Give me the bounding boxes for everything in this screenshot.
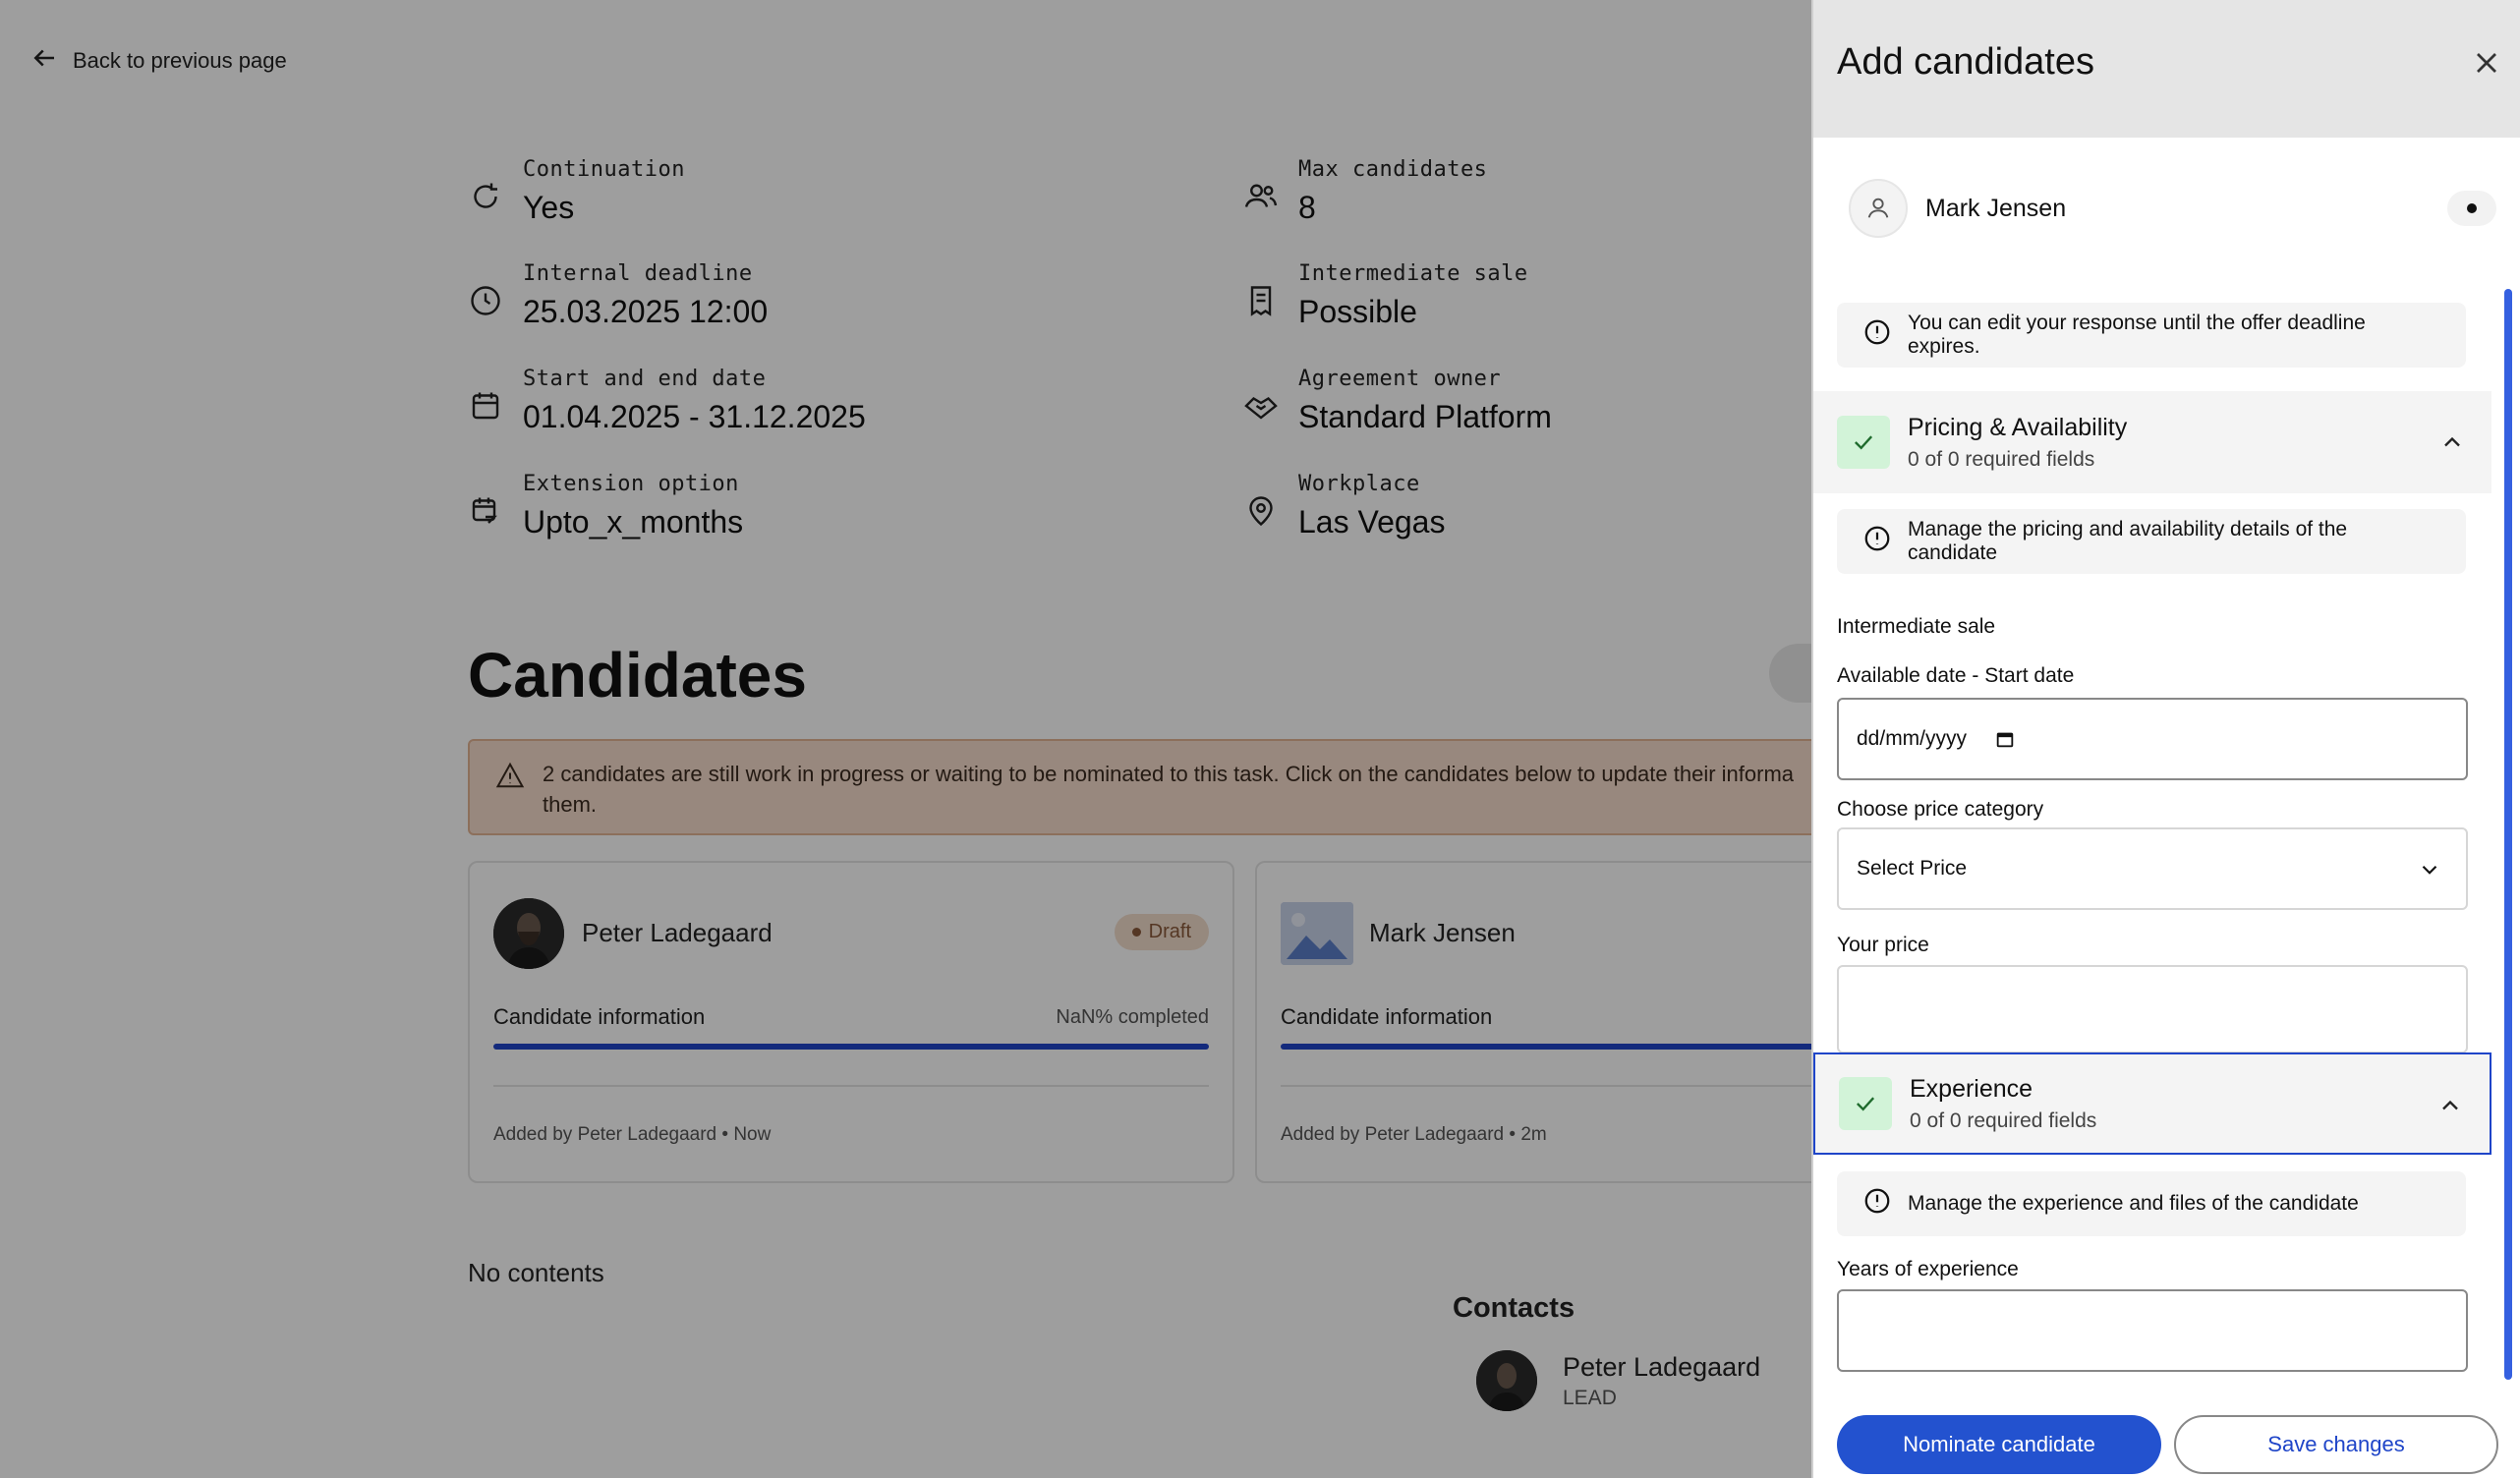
years-experience-input[interactable] (1837, 1289, 2468, 1372)
info-icon (1862, 524, 1892, 559)
intermediate-sale-label: Intermediate sale (1837, 615, 1996, 638)
drawer-title: Add candidates (1837, 41, 2094, 83)
drawer-footer: Nominate candidate Save changes (1813, 1395, 2520, 1478)
check-icon (1839, 1077, 1892, 1130)
info-icon (1862, 1186, 1892, 1222)
experience-notice: Manage the experience and files of the c… (1837, 1171, 2466, 1236)
pricing-section-header[interactable]: Pricing & Availability 0 of 0 required f… (1813, 391, 2491, 493)
chevron-up-icon[interactable] (2438, 428, 2466, 456)
your-price-label: Your price (1837, 934, 1929, 956)
edit-notice-text: You can edit your response until the off… (1908, 312, 2366, 358)
experience-notice-text: Manage the experience and files of the c… (1908, 1192, 2359, 1215)
chevron-down-icon (2417, 857, 2442, 882)
candidate-toggle[interactable] (2447, 191, 2496, 226)
check-icon (1837, 416, 1890, 469)
section-title: Pricing & Availability (1908, 413, 2128, 441)
selected-candidate: Mark Jensen (1849, 179, 2066, 238)
available-date-label: Available date - Start date (1837, 664, 2075, 687)
nominate-candidate-button[interactable]: Nominate candidate (1837, 1415, 2161, 1474)
your-price-input[interactable] (1837, 965, 2468, 1053)
edit-notice: You can edit your response until the off… (1837, 303, 2466, 368)
save-changes-button[interactable]: Save changes (2174, 1415, 2498, 1474)
price-category-select[interactable]: Select Price (1837, 827, 2468, 910)
pricing-notice-text: Manage the pricing and availability deta… (1908, 518, 2348, 564)
user-icon (1849, 179, 1908, 238)
drawer-header: Add candidates (1813, 0, 2520, 138)
add-candidates-drawer: Add candidates Mark Jensen You can edit … (1811, 0, 2520, 1478)
section-subtitle: 0 of 0 required fields (1908, 447, 2095, 471)
date-placeholder: dd/mm/yyyy (1857, 727, 1968, 750)
scrollbar[interactable] (2504, 289, 2512, 1380)
calendar-icon[interactable] (1994, 728, 2016, 750)
years-experience-label: Years of experience (1837, 1258, 2019, 1280)
experience-section-header[interactable]: Experience 0 of 0 required fields (1813, 1052, 2491, 1155)
section-title: Experience (1910, 1074, 2033, 1103)
pricing-notice: Manage the pricing and availability deta… (1837, 509, 2466, 574)
chevron-up-icon[interactable] (2436, 1092, 2464, 1119)
info-icon (1862, 317, 1892, 353)
candidate-name: Mark Jensen (1925, 194, 2067, 222)
close-icon[interactable] (2469, 45, 2504, 81)
section-subtitle: 0 of 0 required fields (1910, 1108, 2097, 1132)
price-category-value: Select Price (1857, 857, 1968, 880)
available-date-input[interactable]: dd/mm/yyyy (1837, 698, 2468, 780)
price-category-label: Choose price category (1837, 798, 2044, 821)
